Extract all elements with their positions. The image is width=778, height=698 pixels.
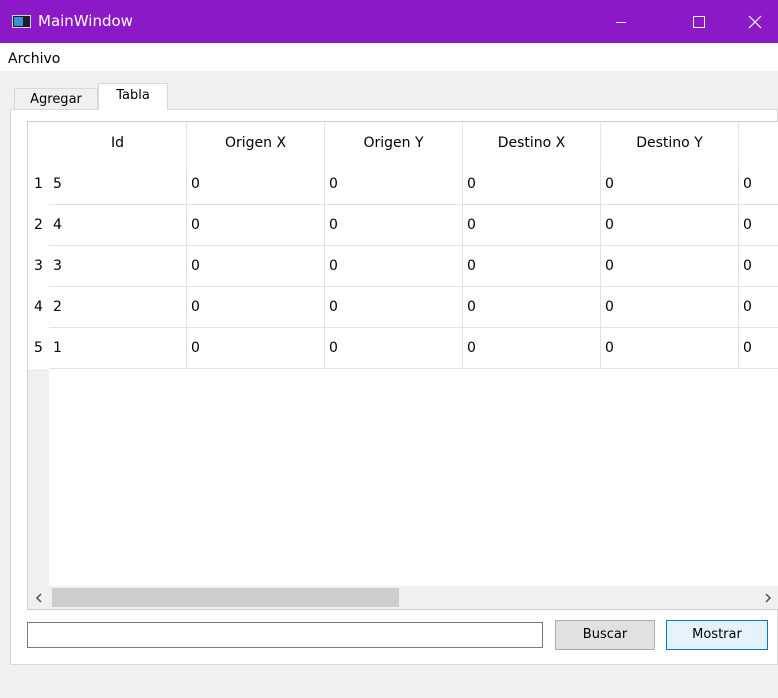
chevron-right-icon	[764, 592, 771, 603]
data-table: Id Origen X Origen Y Destino X Destino Y…	[27, 121, 778, 610]
table-row[interactable]: 5 0 0 0 0 0	[49, 164, 778, 205]
minimize-icon	[616, 21, 626, 23]
table-corner	[28, 122, 49, 164]
table-cell[interactable]: 0	[325, 287, 463, 327]
menu-archivo[interactable]: Archivo	[8, 51, 60, 67]
horizontal-scrollbar[interactable]	[35, 586, 778, 609]
table-cell[interactable]: 0	[739, 287, 778, 327]
tab-tabla[interactable]: Tabla	[98, 83, 168, 110]
table-cell[interactable]: 0	[187, 246, 325, 286]
table-cell[interactable]: 0	[463, 205, 601, 245]
window-title: MainWindow	[38, 12, 133, 30]
table-cell[interactable]: 0	[325, 246, 463, 286]
scroll-right-button[interactable]	[757, 586, 778, 609]
mostrar-button[interactable]: Mostrar	[666, 620, 768, 650]
table-cell[interactable]: 0	[325, 205, 463, 245]
close-icon	[748, 15, 762, 28]
maximize-icon	[693, 15, 705, 28]
menu-bar: Archivo	[0, 43, 778, 71]
buscar-button[interactable]: Buscar	[555, 620, 655, 650]
scroll-left-button[interactable]	[28, 586, 49, 609]
table-cell[interactable]: 0	[601, 246, 739, 286]
table-row[interactable]: 3 0 0 0 0 0	[49, 246, 778, 287]
close-button[interactable]	[732, 0, 778, 43]
table-cell[interactable]: 0	[463, 246, 601, 286]
column-header-destino-x[interactable]: Destino X	[463, 122, 601, 164]
table-cell-id[interactable]: 2	[49, 287, 187, 327]
minimize-button[interactable]	[598, 0, 644, 43]
column-header-destino-y[interactable]: Destino Y	[601, 122, 739, 164]
table-cell[interactable]: 0	[601, 164, 739, 204]
table-cell-id[interactable]: 4	[49, 205, 187, 245]
table-cell[interactable]: 0	[463, 287, 601, 327]
table-cell-id[interactable]: 1	[49, 328, 187, 368]
table-cell[interactable]: 0	[601, 205, 739, 245]
table-cell[interactable]: 0	[739, 328, 778, 368]
table-cell-id[interactable]: 3	[49, 246, 187, 286]
tab-agregar[interactable]: Agregar	[14, 88, 98, 110]
column-header-extra[interactable]	[739, 122, 778, 164]
table-cell-id[interactable]: 5	[49, 164, 187, 204]
table-row[interactable]: 2 0 0 0 0 0	[49, 287, 778, 328]
table-cell[interactable]: 0	[463, 164, 601, 204]
row-header[interactable]: 2	[28, 205, 49, 246]
column-header-origen-x[interactable]: Origen X	[187, 122, 325, 164]
row-header[interactable]: 3	[28, 246, 49, 287]
table-cell[interactable]: 0	[601, 328, 739, 368]
scrollbar-thumb[interactable]	[52, 588, 399, 607]
table-cell[interactable]: 0	[187, 164, 325, 204]
row-header[interactable]: 1	[28, 164, 49, 205]
table-cell[interactable]: 0	[325, 164, 463, 204]
table-row[interactable]: 1 0 0 0 0 0	[49, 328, 778, 369]
search-input[interactable]	[27, 622, 543, 648]
table-cell[interactable]: 0	[739, 205, 778, 245]
maximize-button[interactable]	[676, 0, 722, 43]
table-cell[interactable]: 0	[187, 287, 325, 327]
table-cell[interactable]: 0	[325, 328, 463, 368]
row-header[interactable]: 4	[28, 287, 49, 328]
column-header-origen-y[interactable]: Origen Y	[325, 122, 463, 164]
table-cell[interactable]: 0	[601, 287, 739, 327]
table-cell[interactable]: 0	[187, 328, 325, 368]
table-cell[interactable]: 0	[739, 246, 778, 286]
chevron-left-icon	[35, 592, 42, 603]
table-cell[interactable]: 0	[739, 164, 778, 204]
column-header-id[interactable]: Id	[49, 122, 187, 164]
app-window-icon	[12, 15, 31, 28]
table-cell[interactable]: 0	[187, 205, 325, 245]
row-header[interactable]: 5	[28, 328, 49, 369]
title-bar: MainWindow	[0, 0, 778, 43]
table-cell[interactable]: 0	[463, 328, 601, 368]
table-row[interactable]: 4 0 0 0 0 0	[49, 205, 778, 246]
